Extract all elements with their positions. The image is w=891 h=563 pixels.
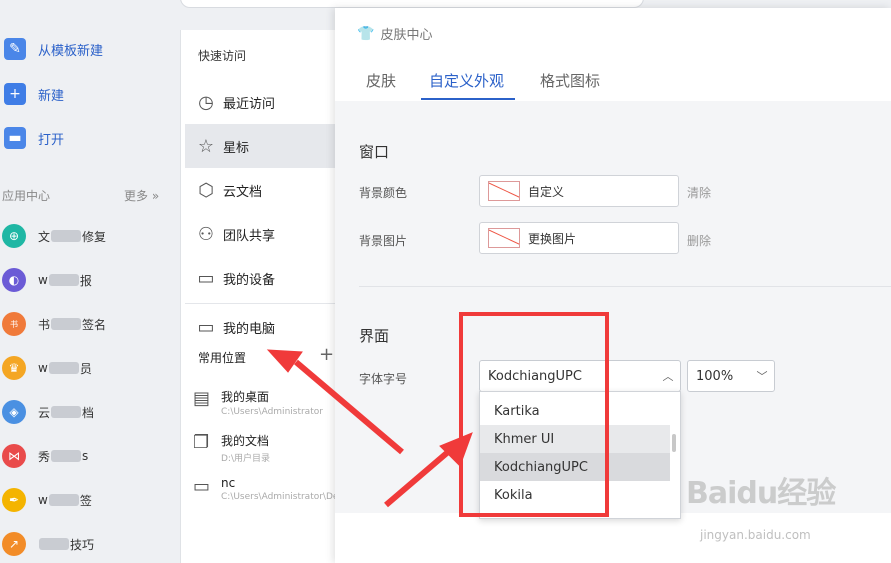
arrowhead-dropdown	[439, 432, 473, 467]
baidu-watermark: Baidu经验	[686, 476, 836, 511]
baidu-watermark-url: jingyan.baidu.com	[700, 528, 811, 542]
arrow-to-dropdown	[384, 449, 450, 508]
arrow-to-my-computer	[294, 359, 404, 455]
